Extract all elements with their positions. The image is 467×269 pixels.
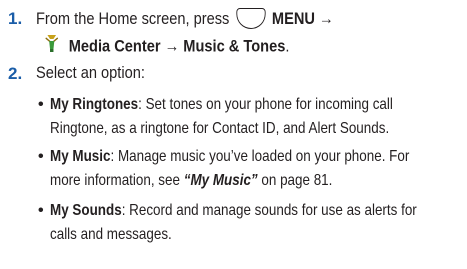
bullet-icon: •	[38, 96, 44, 113]
option-name: My Sounds	[50, 202, 122, 219]
step-2: 2. Select an option:	[8, 62, 458, 83]
option-desc-cont: on page 81.	[257, 172, 333, 189]
step-1-line-1: From the Home screen, press MENU →	[36, 8, 382, 31]
option-name: My Music	[50, 148, 111, 165]
menu-key-icon	[236, 8, 266, 29]
option-name: My Ringtones	[50, 96, 139, 113]
arrow: →	[164, 36, 180, 56]
option-desc-cont: more information, see	[50, 172, 184, 189]
bullet-icon: •	[38, 202, 44, 219]
media-center-icon	[44, 33, 59, 58]
option-desc: : Record and manage sounds for use as al…	[121, 202, 417, 219]
option-desc: : Manage music you’ve loaded on your pho…	[110, 148, 410, 165]
arrow: →	[319, 8, 334, 28]
bullet-icon: •	[38, 148, 44, 165]
list-item: • My Sounds: Record and manage sounds fo…	[38, 201, 458, 245]
menu-label: MENU	[271, 8, 315, 28]
list-item: • My Music: Manage music you’ve loaded o…	[38, 147, 458, 191]
cross-reference-link[interactable]: “My Music”	[184, 172, 258, 189]
period: .	[285, 36, 290, 56]
option-desc-cont: Ringtone, as a ringtone for Contact ID, …	[50, 120, 390, 137]
media-center-label: Media Center	[68, 36, 161, 56]
list-item: • My Ringtones: Set tones on your phone …	[38, 95, 458, 139]
option-desc-cont: calls and messages.	[50, 226, 172, 243]
step-1-line-2: Media Center → Music & Tones.	[44, 33, 329, 61]
option-desc: : Set tones on your phone for incoming c…	[138, 96, 393, 113]
music-tones-label: Music & Tones	[183, 36, 286, 56]
step-number: 1.	[8, 9, 23, 28]
step-1-text: From the Home screen, press	[36, 8, 230, 28]
step-2-text: Select an option:	[36, 63, 145, 82]
step-1: 1. From the Home screen, press MENU → Me…	[8, 6, 458, 56]
step-number: 2.	[8, 64, 23, 83]
